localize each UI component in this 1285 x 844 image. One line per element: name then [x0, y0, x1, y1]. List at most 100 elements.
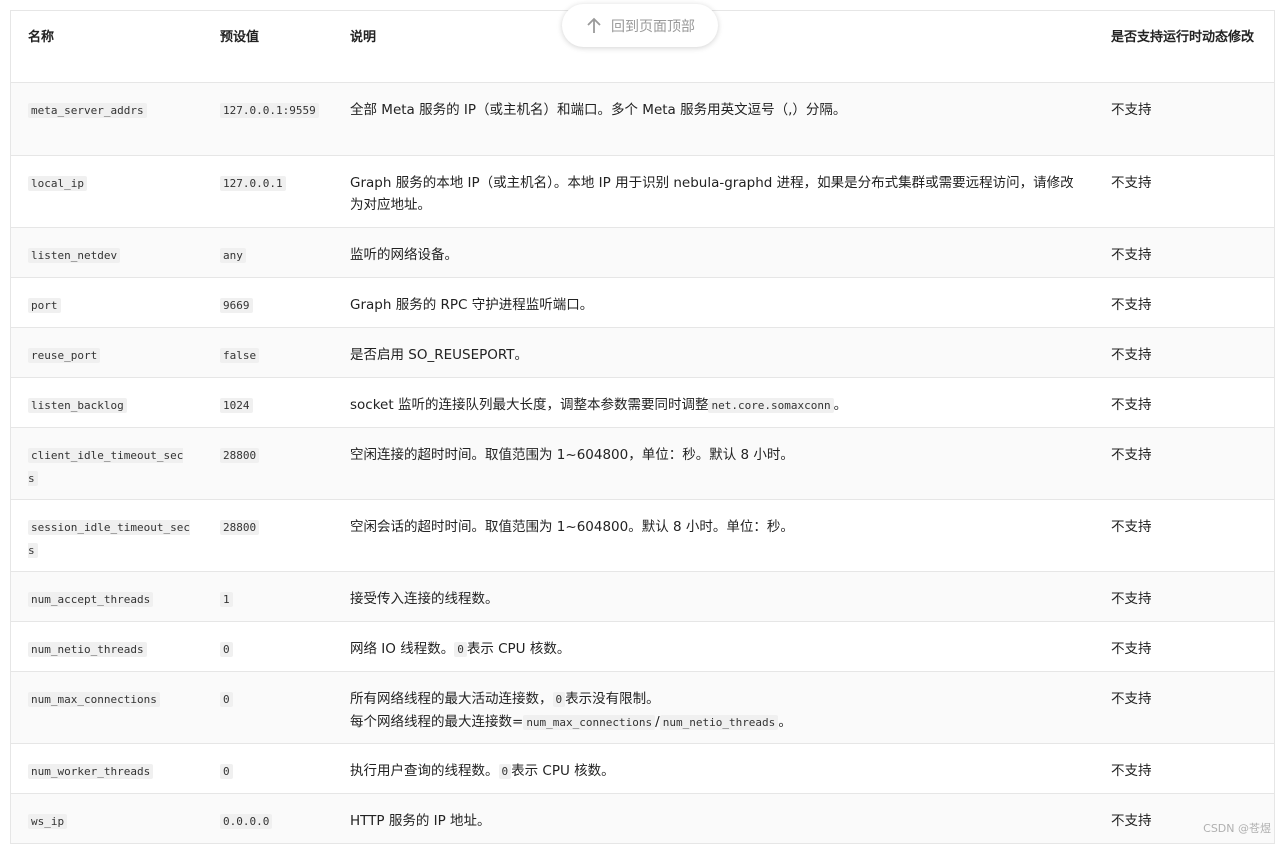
- runtime-support-text: 不支持: [1111, 397, 1152, 413]
- description-text: 。: [833, 397, 848, 413]
- default-value: 1024: [220, 398, 253, 413]
- cell-runtime: 不支持: [1094, 427, 1274, 500]
- cell-description: 空闲连接的超时时间。取值范围为 1~604800，单位：秒。默认 8 小时。: [333, 427, 1094, 500]
- cell-runtime: 不支持: [1094, 155, 1274, 228]
- cell-description: 监听的网络设备。: [333, 227, 1094, 278]
- description-text: 所有网络线程的最大活动连接数，: [350, 691, 553, 707]
- description-text: 空闲会话的超时时间。取值范围为 1~604800。默认 8 小时。单位：秒。: [350, 519, 794, 535]
- watermark: CSDN @苍煜: [1203, 822, 1271, 835]
- description-text: 空闲连接的超时时间。取值范围为 1~604800，单位：秒。默认 8 小时。: [350, 447, 794, 463]
- cell-name: num_accept_threads: [11, 571, 203, 622]
- table-row: port 9669 Graph 服务的 RPC 守护进程监听端口。 不支持: [11, 277, 1274, 328]
- table-row: listen_backlog 1024 socket 监听的连接队列最大长度，调整本…: [11, 377, 1274, 428]
- inline-code: 0: [498, 764, 512, 779]
- cell-default: 0: [203, 743, 333, 794]
- cell-runtime: 不支持: [1094, 327, 1274, 378]
- inline-code: 0: [454, 642, 467, 657]
- default-value: 9669: [220, 298, 253, 313]
- cell-runtime: 不支持: [1094, 571, 1274, 622]
- back-to-top-label: 回到页面顶部: [611, 18, 695, 35]
- cell-description: 是否启用 SO_REUSEPORT。: [333, 327, 1094, 378]
- cell-runtime: 不支持: [1094, 793, 1274, 844]
- runtime-support-text: 不支持: [1111, 641, 1152, 657]
- cell-description: 网络 IO 线程数。 0 表示 CPU 核数。: [333, 621, 1094, 672]
- table-body: meta_server_addrs 127.0.0.1:9559 全部 Meta 服…: [11, 82, 1274, 844]
- arrow-up-icon: [587, 17, 601, 33]
- table-row: session_idle_timeout_secs 28800 空闲会话的超时时间。…: [11, 499, 1274, 572]
- table-row: num_max_connections 0 所有网络线程的最大活动连接数， 0 表示没有…: [11, 671, 1274, 744]
- param-name: num_accept_threads: [28, 592, 154, 607]
- cell-default: 9669: [203, 277, 333, 328]
- cell-name: num_netio_threads: [11, 621, 203, 672]
- runtime-support-text: 不支持: [1111, 102, 1152, 118]
- table-row: client_idle_timeout_secs 28800 空闲连接的超时时间。取…: [11, 427, 1274, 500]
- cell-default: 1024: [203, 377, 333, 428]
- table-row: num_accept_threads 1 接受传入连接的线程数。 不支持: [11, 571, 1274, 622]
- default-value: any: [220, 248, 246, 263]
- table-row: local_ip 127.0.0.1 Graph 服务的本地 IP（或主机名）。本地…: [11, 155, 1274, 228]
- cell-runtime: 不支持: [1094, 671, 1274, 744]
- cell-name: port: [11, 277, 203, 328]
- cell-default: any: [203, 227, 333, 278]
- cell-name: listen_netdev: [11, 227, 203, 278]
- param-name: reuse_port: [28, 348, 101, 363]
- default-value: false: [220, 348, 260, 363]
- cell-name: num_max_connections: [11, 671, 203, 744]
- cell-default: 127.0.0.1:9559: [203, 82, 333, 156]
- default-value: 0.0.0.0: [220, 814, 273, 829]
- header-name: 名称: [11, 11, 203, 83]
- description-text: 表示没有限制。: [565, 691, 660, 707]
- config-table-container: 名称 预设值 说明 是否支持运行时动态修改 meta_server_addrs 1…: [10, 10, 1275, 844]
- cell-description: Graph 服务的本地 IP（或主机名）。本地 IP 用于识别 nebula-g…: [333, 155, 1094, 228]
- param-name: num_worker_threads: [28, 764, 154, 779]
- cell-name: ws_ip: [11, 793, 203, 844]
- inline-code: num_max_connections: [523, 715, 656, 730]
- back-to-top-button[interactable]: 回到页面顶部: [562, 4, 718, 47]
- cell-name: reuse_port: [11, 327, 203, 378]
- cell-description: 空闲会话的超时时间。取值范围为 1~604800。默认 8 小时。单位：秒。: [333, 499, 1094, 572]
- description-text: Graph 服务的 RPC 守护进程监听端口。: [350, 297, 594, 313]
- cell-runtime: 不支持: [1094, 377, 1274, 428]
- default-value: 127.0.0.1: [220, 176, 286, 191]
- cell-runtime: 不支持: [1094, 743, 1274, 794]
- description-text: Graph 服务的本地 IP（或主机名）。本地 IP 用于识别 nebula-g…: [350, 175, 1074, 213]
- cell-default: 127.0.0.1: [203, 155, 333, 228]
- default-value: 28800: [220, 448, 260, 463]
- table-row: num_worker_threads 0 执行用户查询的线程数。 0 表示 CPU 核数…: [11, 743, 1274, 794]
- description-text: 监听的网络设备。: [350, 247, 458, 263]
- default-value: 28800: [220, 520, 260, 535]
- runtime-support-text: 不支持: [1111, 519, 1152, 535]
- description-text: 。: [778, 714, 792, 730]
- description-text: 表示 CPU 核数。: [466, 641, 571, 657]
- runtime-support-text: 不支持: [1111, 247, 1152, 263]
- param-name: local_ip: [28, 176, 87, 191]
- description-text: HTTP 服务的 IP 地址。: [350, 813, 491, 829]
- config-table: 名称 预设值 说明 是否支持运行时动态修改 meta_server_addrs 1…: [11, 11, 1274, 844]
- cell-default: false: [203, 327, 333, 378]
- cell-name: session_idle_timeout_secs: [11, 499, 203, 572]
- cell-description: HTTP 服务的 IP 地址。: [333, 793, 1094, 844]
- table-row: reuse_port false 是否启用 SO_REUSEPORT。 不支持: [11, 327, 1274, 378]
- description-text: 表示 CPU 核数。: [511, 763, 615, 779]
- cell-description: 全部 Meta 服务的 IP（或主机名）和端口。多个 Meta 服务用英文逗号（…: [333, 82, 1094, 156]
- param-name: num_max_connections: [28, 692, 160, 707]
- inline-code: 0: [552, 692, 566, 707]
- cell-name: local_ip: [11, 155, 203, 228]
- cell-runtime: 不支持: [1094, 277, 1274, 328]
- header-default: 预设值: [203, 11, 333, 83]
- runtime-support-text: 不支持: [1111, 591, 1152, 607]
- param-name: meta_server_addrs: [28, 103, 147, 118]
- cell-default: 1: [203, 571, 333, 622]
- runtime-support-text: 不支持: [1111, 813, 1152, 829]
- description-text: 是否启用 SO_REUSEPORT。: [350, 347, 529, 363]
- cell-description: 执行用户查询的线程数。 0 表示 CPU 核数。: [333, 743, 1094, 794]
- runtime-support-text: 不支持: [1111, 175, 1152, 191]
- runtime-support-text: 不支持: [1111, 347, 1152, 363]
- table-row: meta_server_addrs 127.0.0.1:9559 全部 Meta 服…: [11, 82, 1274, 156]
- cell-name: listen_backlog: [11, 377, 203, 428]
- param-name: ws_ip: [28, 814, 68, 829]
- description-text: 接受传入连接的线程数。: [350, 591, 499, 607]
- cell-runtime: 不支持: [1094, 227, 1274, 278]
- cell-default: 28800: [203, 427, 333, 500]
- param-name: listen_backlog: [28, 398, 127, 413]
